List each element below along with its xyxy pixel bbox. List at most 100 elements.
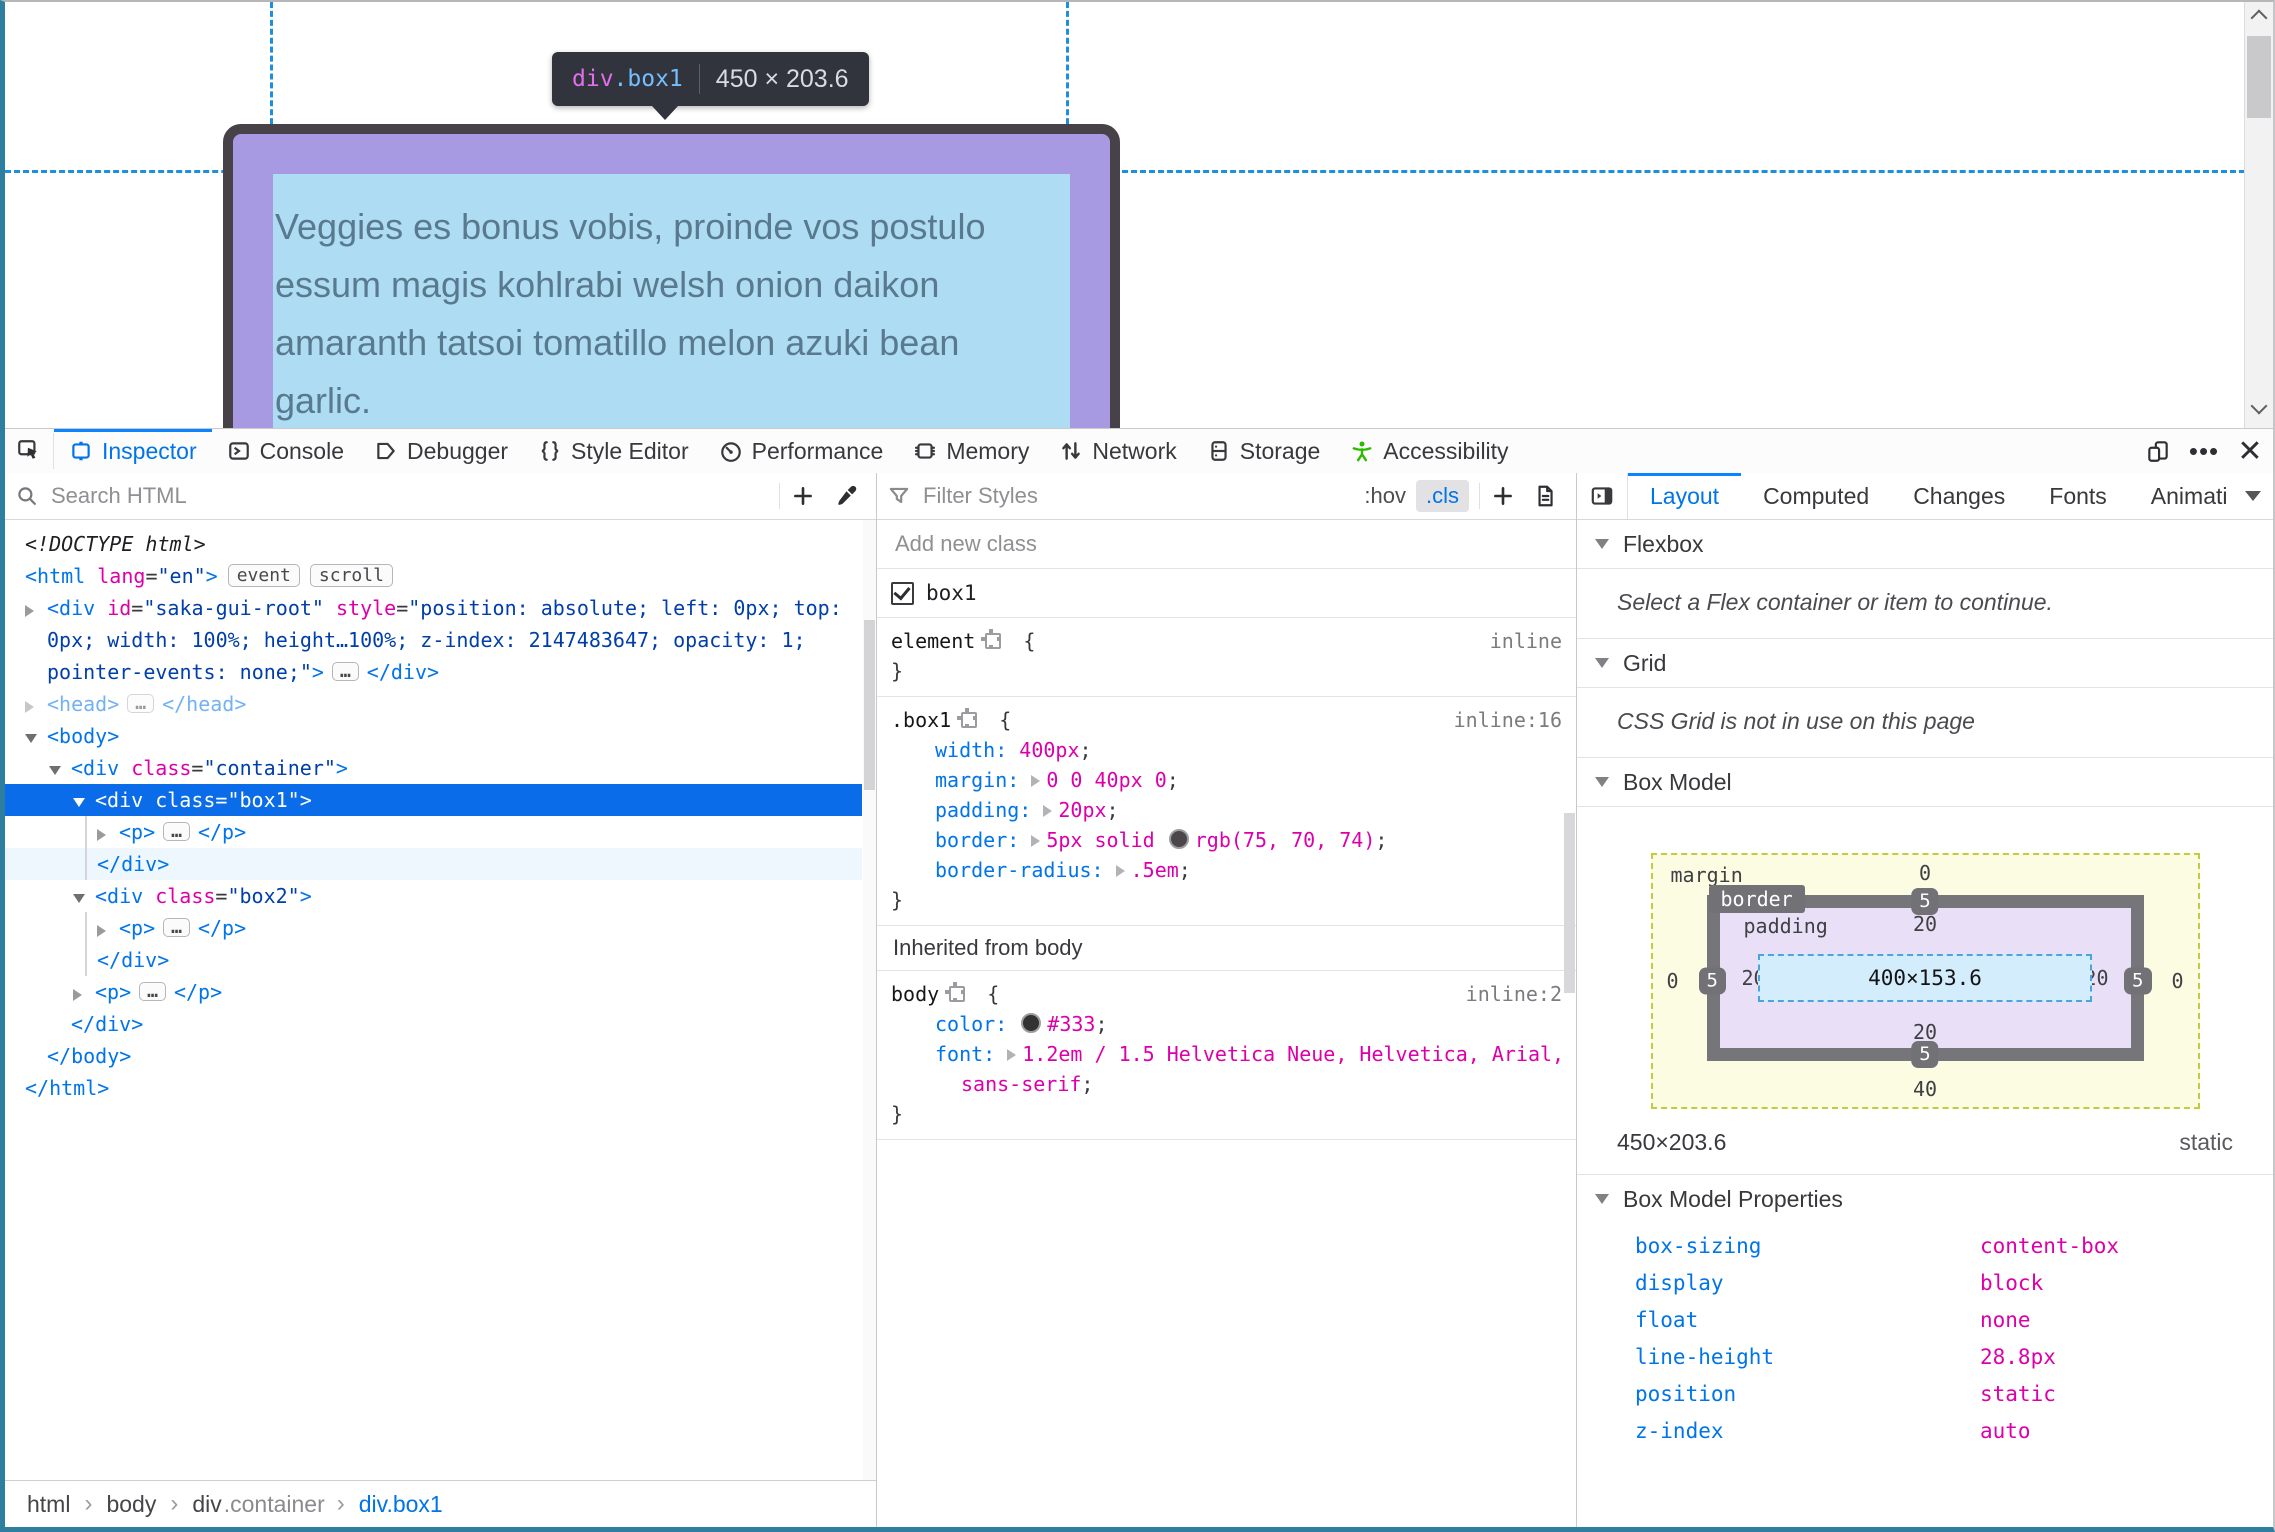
flexbox-section-header[interactable]: Flexbox (1577, 520, 2273, 569)
markup-row[interactable]: </div> (5, 1008, 862, 1040)
add-node-button[interactable] (782, 478, 824, 514)
markup-row[interactable]: </div> (5, 848, 862, 880)
expand-arrow-icon[interactable] (73, 978, 95, 1010)
margin-top-value[interactable]: 0 (1919, 861, 1931, 885)
breadcrumb-item[interactable]: div (192, 1491, 221, 1518)
box-model-section-header[interactable]: Box Model (1577, 758, 2273, 807)
collapse-arrow-icon[interactable] (73, 786, 95, 818)
all-tabs-menu-button[interactable] (2233, 473, 2273, 519)
markup-scrollbar-thumb[interactable] (864, 620, 875, 790)
markup-row[interactable]: <!DOCTYPE html> (5, 528, 862, 560)
markup-row[interactable]: <p> … </p> (5, 912, 862, 944)
tab-inspector[interactable]: Inspector (54, 429, 212, 473)
pseudo-class-toggle[interactable]: :hov (1364, 483, 1406, 509)
property-name[interactable]: box-sizing (1577, 1234, 1980, 1258)
box-model-margin-layer[interactable]: margin 0 0 0 40 padding 20 20 20 20 400×… (1650, 853, 2200, 1109)
expand-arrow-icon[interactable] (97, 818, 119, 850)
breadcrumb-item[interactable]: body (106, 1491, 156, 1518)
tab-network[interactable]: Network (1044, 429, 1191, 473)
add-class-input[interactable] (893, 530, 1560, 558)
tab-fonts[interactable]: Fonts (2027, 473, 2129, 519)
rules-scrollbar-thumb[interactable] (1564, 813, 1575, 993)
markup-row[interactable]: <div id="saka-gui-root" style="position:… (5, 592, 862, 624)
collapse-arrow-icon[interactable] (49, 754, 71, 786)
close-devtools-button[interactable]: ✕ (2227, 429, 2273, 473)
tab-changes[interactable]: Changes (1891, 473, 2027, 519)
tab-console[interactable]: Console (212, 429, 359, 473)
property-name[interactable]: line-height (1577, 1345, 1980, 1369)
rule-location[interactable]: inline (1490, 626, 1562, 656)
property-value[interactable]: block (1980, 1271, 2043, 1295)
scroll-down-icon[interactable] (2250, 397, 2268, 415)
rules-scrollbar[interactable] (1563, 813, 1576, 993)
devtools-menu-button[interactable]: ••• (2181, 429, 2227, 473)
markup-row[interactable]: </div> (5, 944, 862, 976)
expand-arrow-icon[interactable] (25, 594, 47, 626)
margin-left-value[interactable]: 0 (1667, 969, 1679, 993)
pick-element-button[interactable] (5, 429, 53, 473)
markup-scrollbar[interactable] (863, 520, 876, 1480)
expand-arrow-icon[interactable] (25, 690, 47, 722)
tab-animations[interactable]: Animati (2129, 473, 2228, 519)
rule-location[interactable]: inline:2 (1466, 979, 1562, 1009)
responsive-design-mode-button[interactable] (2135, 429, 2181, 473)
property-value[interactable]: 28.8px (1980, 1345, 2056, 1369)
box-model-content[interactable]: 400×153.6 (1758, 954, 2092, 1002)
add-rule-button[interactable] (1482, 478, 1524, 514)
markup-row[interactable]: <html lang="en"> event scroll (5, 560, 862, 592)
scrollbar-thumb[interactable] (2247, 36, 2271, 118)
markup-row[interactable]: pointer-events: none;"> … </div> (5, 656, 862, 688)
tab-storage[interactable]: Storage (1192, 429, 1336, 473)
margin-bottom-value[interactable]: 40 (1913, 1077, 1937, 1101)
markup-row[interactable]: <div class="container"> (5, 752, 862, 784)
box-model-border-layer[interactable]: padding 20 20 20 20 400×153.6 (1706, 895, 2144, 1061)
border-left-value[interactable]: 5 (1698, 967, 1726, 995)
collapse-arrow-icon[interactable] (25, 722, 47, 754)
scroll-up-icon[interactable] (2250, 9, 2268, 27)
element-style-rule[interactable]: element {inline } (877, 618, 1576, 697)
markup-row[interactable]: 0px; width: 100%; height…100%; z-index: … (5, 624, 862, 656)
tab-memory[interactable]: Memory (898, 429, 1044, 473)
markup-row[interactable]: <head> … </head> (5, 688, 862, 720)
padding-top-value[interactable]: 20 (1913, 912, 1937, 936)
border-bottom-value[interactable]: 5 (1911, 1041, 1939, 1068)
markup-row[interactable]: <p> … </p> (5, 816, 862, 848)
expand-arrow-icon[interactable] (97, 914, 119, 946)
property-name[interactable]: display (1577, 1271, 1980, 1295)
property-value[interactable]: none (1980, 1308, 2031, 1332)
filter-styles-input[interactable] (921, 482, 1355, 510)
tab-layout[interactable]: Layout (1628, 473, 1742, 519)
property-name[interactable]: z-index (1577, 1419, 1980, 1443)
border-right-value[interactable]: 5 (2124, 967, 2152, 995)
box-model-padding-layer[interactable]: padding 20 20 20 20 400×153.6 (1719, 908, 2131, 1048)
class-panel-toggle[interactable]: .cls (1416, 480, 1469, 512)
print-media-button[interactable] (1524, 478, 1566, 514)
border-top-value[interactable]: 5 (1911, 888, 1939, 915)
sidebar-toggle-button[interactable] (1577, 473, 1628, 519)
markup-row[interactable]: <body> (5, 720, 862, 752)
markup-row[interactable]: </body> (5, 1040, 862, 1072)
property-value[interactable]: static (1980, 1382, 2056, 1406)
markup-row[interactable]: <p> … </p> (5, 976, 862, 1008)
markup-row-selected[interactable]: <div class="box1"> (5, 784, 862, 816)
class-checkbox[interactable] (891, 581, 914, 605)
box1-style-rule[interactable]: .box1 {inline:16 width: 400px; margin: 0… (877, 697, 1576, 926)
search-input[interactable] (49, 482, 777, 510)
class-toggle-row[interactable]: box1 (877, 569, 1576, 618)
box-model-properties-header[interactable]: Box Model Properties (1577, 1174, 2273, 1223)
tab-performance[interactable]: Performance (704, 429, 899, 473)
property-name[interactable]: float (1577, 1308, 1980, 1332)
margin-right-value[interactable]: 0 (2171, 969, 2183, 993)
rule-location[interactable]: inline:16 (1454, 705, 1562, 735)
collapse-arrow-icon[interactable] (73, 882, 95, 914)
property-value[interactable]: auto (1980, 1419, 2031, 1443)
body-style-rule[interactable]: body {inline:2 color: #333; font: 1.2em … (877, 971, 1576, 1140)
tab-debugger[interactable]: Debugger (359, 429, 523, 473)
breadcrumb-item[interactable]: .container (224, 1491, 325, 1518)
grid-section-header[interactable]: Grid (1577, 639, 2273, 688)
page-scrollbar[interactable] (2244, 2, 2273, 428)
tab-style-editor[interactable]: Style Editor (523, 429, 704, 473)
breadcrumb-item[interactable]: html (27, 1491, 70, 1518)
markup-row[interactable]: </html> (5, 1072, 862, 1104)
property-name[interactable]: position (1577, 1382, 1980, 1406)
